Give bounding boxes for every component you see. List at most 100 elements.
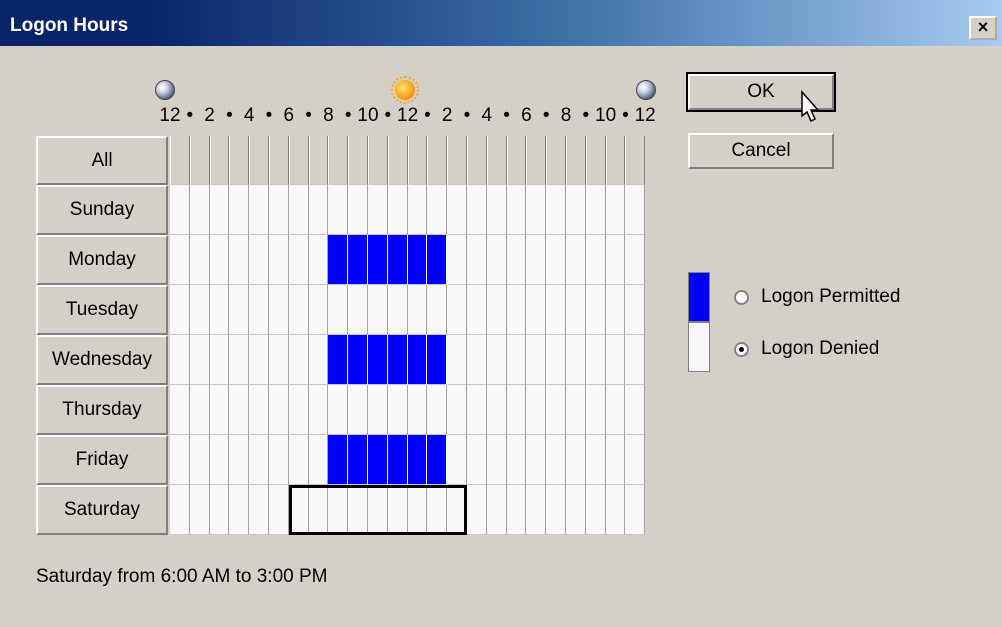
hour-cell-permitted[interactable] — [348, 335, 368, 385]
hour-cell-denied[interactable] — [585, 185, 606, 235]
hour-column-button[interactable] — [467, 136, 487, 185]
hour-cell-denied[interactable] — [625, 335, 646, 385]
hour-cell-denied[interactable] — [170, 285, 190, 335]
day-button-friday[interactable]: Friday — [36, 435, 168, 485]
hour-cell-denied[interactable] — [249, 185, 269, 235]
hour-cell-denied[interactable] — [486, 485, 507, 535]
hour-cell-denied[interactable] — [249, 335, 269, 385]
hour-cell-denied[interactable] — [189, 185, 210, 235]
hour-cell-denied[interactable] — [209, 385, 230, 435]
hour-cell-denied[interactable] — [506, 485, 527, 535]
hour-cell-permitted[interactable] — [368, 235, 388, 285]
hour-cell-denied[interactable] — [546, 285, 566, 335]
hour-cell-denied[interactable] — [249, 385, 269, 435]
hour-cell-denied[interactable] — [209, 485, 230, 535]
hour-cell-denied[interactable] — [170, 385, 190, 435]
day-button-sunday[interactable]: Sunday — [36, 185, 168, 235]
hour-cell-denied[interactable] — [566, 385, 586, 435]
hour-cell-denied[interactable] — [269, 235, 289, 285]
hour-cell-permitted[interactable] — [407, 335, 428, 385]
hour-cell-denied[interactable] — [605, 485, 626, 535]
hour-cell-denied[interactable] — [209, 435, 230, 485]
hour-column-button[interactable] — [407, 136, 428, 185]
hour-cell-denied[interactable] — [269, 335, 289, 385]
hour-column-button[interactable] — [189, 136, 210, 185]
hour-cell-denied[interactable] — [447, 385, 467, 435]
hour-cell-permitted[interactable] — [348, 435, 368, 485]
radio-button-checked[interactable] — [734, 341, 749, 357]
hour-cell-permitted[interactable] — [328, 335, 349, 385]
hour-cell-denied[interactable] — [546, 485, 566, 535]
hour-cell-denied[interactable] — [566, 435, 586, 485]
hour-cell-denied[interactable] — [625, 385, 646, 435]
hour-cell-permitted[interactable] — [427, 335, 448, 385]
hour-cell-denied[interactable] — [387, 385, 408, 435]
hour-column-button[interactable] — [605, 136, 626, 185]
hour-cell-denied[interactable] — [566, 185, 586, 235]
hour-cell-denied[interactable] — [308, 185, 329, 235]
hour-cell-denied[interactable] — [486, 435, 507, 485]
hour-column-button[interactable] — [506, 136, 527, 185]
hour-cell-denied[interactable] — [189, 285, 210, 335]
hour-cell-denied[interactable] — [229, 285, 250, 335]
hour-cell-denied[interactable] — [427, 385, 448, 435]
hour-cell-permitted[interactable] — [427, 235, 448, 285]
hour-cell-denied[interactable] — [605, 385, 626, 435]
hour-cell-denied[interactable] — [585, 285, 606, 335]
hour-cell-denied[interactable] — [209, 285, 230, 335]
hour-cell-denied[interactable] — [526, 385, 547, 435]
hour-cell-denied[interactable] — [585, 385, 606, 435]
hour-column-button[interactable] — [328, 136, 349, 185]
hour-column-button[interactable] — [387, 136, 408, 185]
hour-cell-denied[interactable] — [288, 235, 309, 285]
hour-cell-denied[interactable] — [605, 235, 626, 285]
hour-cell-denied[interactable] — [585, 485, 606, 535]
hour-cell-denied[interactable] — [368, 185, 388, 235]
hour-cell-denied[interactable] — [585, 235, 606, 285]
hour-cell-denied[interactable] — [288, 335, 309, 385]
hour-column-button[interactable] — [288, 136, 309, 185]
hour-column-button[interactable] — [566, 136, 586, 185]
hour-cell-denied[interactable] — [269, 285, 289, 335]
radio-button[interactable] — [734, 289, 749, 305]
hour-cell-denied[interactable] — [605, 435, 626, 485]
hour-column-button[interactable] — [546, 136, 566, 185]
hour-cell-denied[interactable] — [308, 435, 329, 485]
day-button-wednesday[interactable]: Wednesday — [36, 335, 168, 385]
hour-column-button[interactable] — [229, 136, 250, 185]
hour-cell-denied[interactable] — [486, 185, 507, 235]
hour-cell-denied[interactable] — [625, 185, 646, 235]
hour-cell-denied[interactable] — [566, 485, 586, 535]
hour-cell-permitted[interactable] — [387, 335, 408, 385]
hour-cell-denied[interactable] — [585, 335, 606, 385]
day-button-thursday[interactable]: Thursday — [36, 385, 168, 435]
title-bar[interactable]: Logon Hours × — [0, 0, 1002, 46]
hour-cell-denied[interactable] — [625, 485, 646, 535]
hour-cell-denied[interactable] — [625, 435, 646, 485]
hour-cell-denied[interactable] — [189, 335, 210, 385]
hour-column-button[interactable] — [308, 136, 329, 185]
hour-cell-denied[interactable] — [467, 185, 487, 235]
hour-cell-denied[interactable] — [387, 185, 408, 235]
hour-cell-denied[interactable] — [526, 185, 547, 235]
hour-cell-permitted[interactable] — [427, 435, 448, 485]
hour-cell-denied[interactable] — [526, 435, 547, 485]
hour-cell-denied[interactable] — [467, 385, 487, 435]
day-button-saturday[interactable]: Saturday — [36, 485, 168, 535]
hour-cell-denied[interactable] — [566, 335, 586, 385]
hour-cell-denied[interactable] — [467, 435, 487, 485]
hour-cell-denied[interactable] — [546, 235, 566, 285]
hour-cell-denied[interactable] — [308, 285, 329, 335]
logon-permitted-radio[interactable]: Logon Permitted — [734, 285, 900, 309]
hour-cell-denied[interactable] — [526, 285, 547, 335]
hour-cell-denied[interactable] — [170, 335, 190, 385]
hour-cell-denied[interactable] — [229, 385, 250, 435]
hour-cell-denied[interactable] — [308, 235, 329, 285]
hour-cell-permitted[interactable] — [328, 235, 349, 285]
hour-cell-denied[interactable] — [209, 185, 230, 235]
hour-cell-denied[interactable] — [625, 235, 646, 285]
day-button-monday[interactable]: Monday — [36, 235, 168, 285]
select-all-button[interactable]: All — [36, 136, 168, 185]
hour-cell-denied[interactable] — [427, 185, 448, 235]
hour-cell-denied[interactable] — [249, 485, 269, 535]
